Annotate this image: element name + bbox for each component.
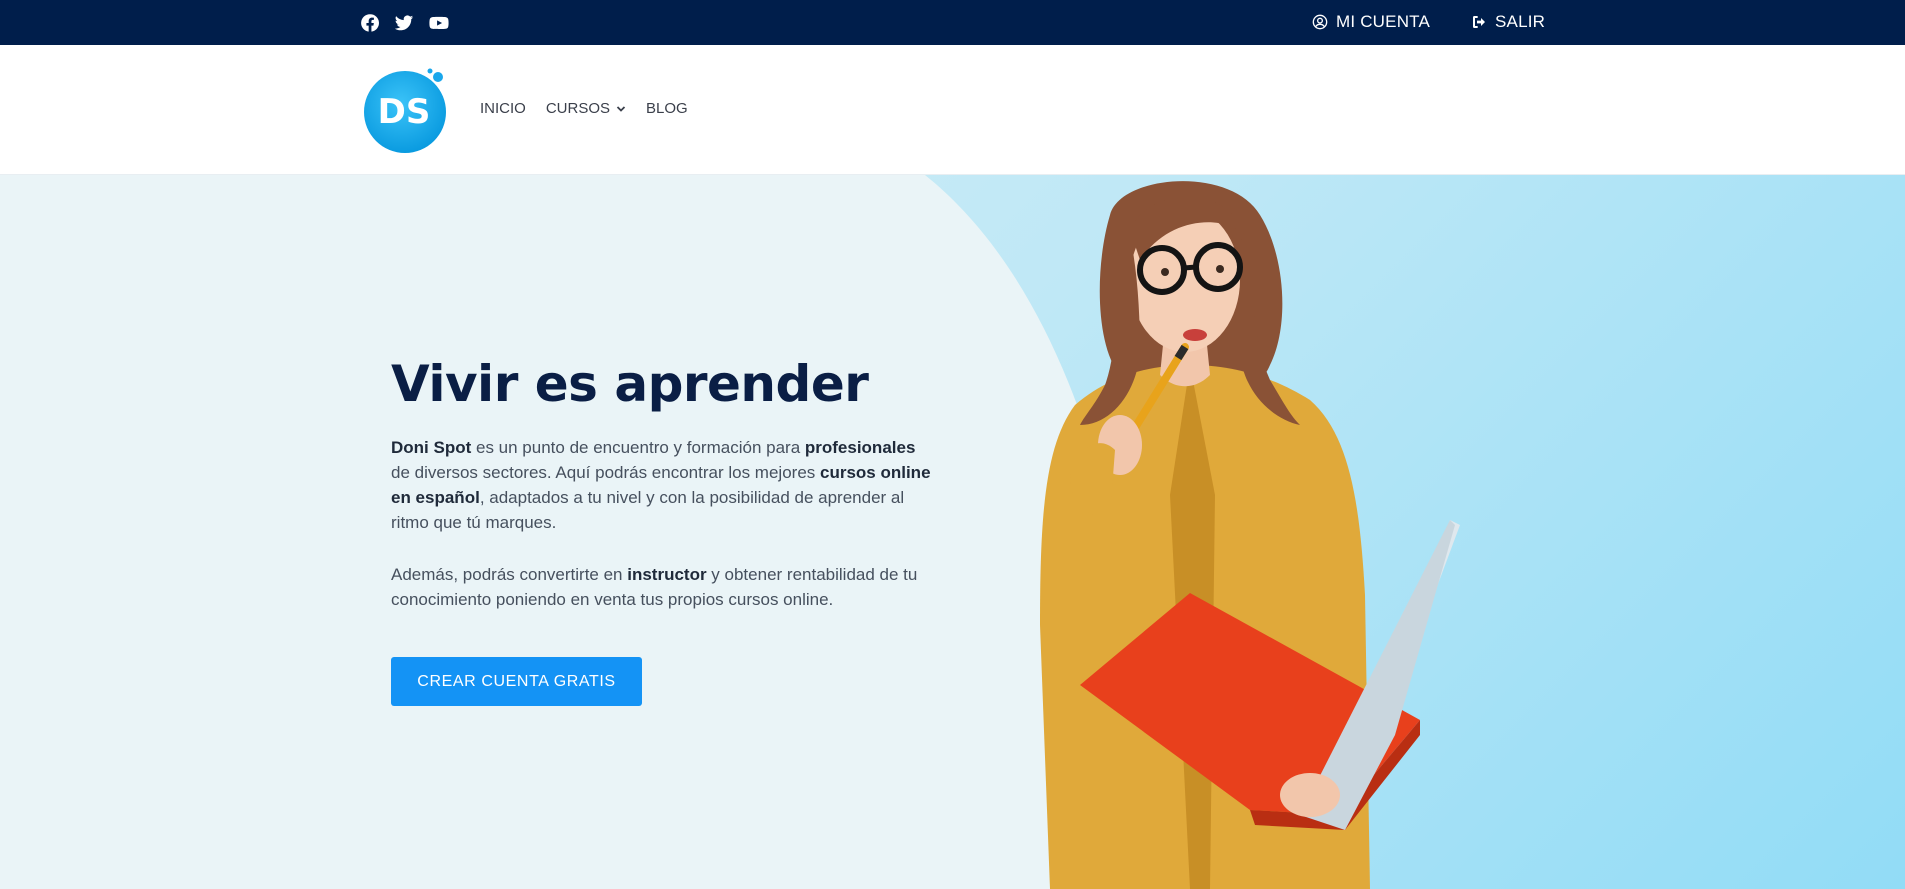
nav-item-label: CURSOS <box>545 100 611 117</box>
nav-item-blog[interactable]: BLOG <box>646 100 688 117</box>
facebook-icon[interactable] <box>359 12 381 34</box>
twitter-icon[interactable] <box>393 12 415 34</box>
hero-background-curve <box>0 175 1124 889</box>
nav-item-label: INICIO <box>480 100 526 117</box>
top-bar: MI CUENTA SALIR <box>0 0 1905 45</box>
hero-woman-image <box>1040 181 1460 889</box>
nav-item-cursos[interactable]: CURSOS <box>546 100 626 117</box>
logo-text: DS <box>378 92 431 132</box>
my-account-link[interactable]: MI CUENTA <box>1312 12 1430 32</box>
youtube-icon[interactable] <box>428 12 450 34</box>
logo[interactable]: DS <box>362 66 450 154</box>
user-circle-icon <box>1312 14 1328 30</box>
chevron-down-icon <box>616 105 626 112</box>
main-nav: INICIO CURSOS BLOG <box>480 100 688 117</box>
logout-label: SALIR <box>1495 12 1546 31</box>
hero-title: Vivir es aprender <box>391 355 869 413</box>
site-header: DS INICIO CURSOS BLOG <box>0 45 1905 175</box>
nav-item-inicio[interactable]: INICIO <box>480 100 526 117</box>
create-free-account-button[interactable]: CREAR CUENTA GRATIS <box>391 657 642 706</box>
hero-paragraph-instructor: Además, podrás convertirte en instructor… <box>391 565 918 609</box>
nav-item-label: BLOG <box>646 100 688 117</box>
my-account-label: MI CUENTA <box>1336 12 1431 31</box>
logout-link[interactable]: SALIR <box>1471 12 1545 32</box>
hero-paragraph-intro: Doni Spot es un punto de encuentro y for… <box>391 438 931 532</box>
hero-section: Vivir es aprender Doni Spot es un punto … <box>0 175 1905 889</box>
sign-out-icon <box>1473 16 1485 28</box>
